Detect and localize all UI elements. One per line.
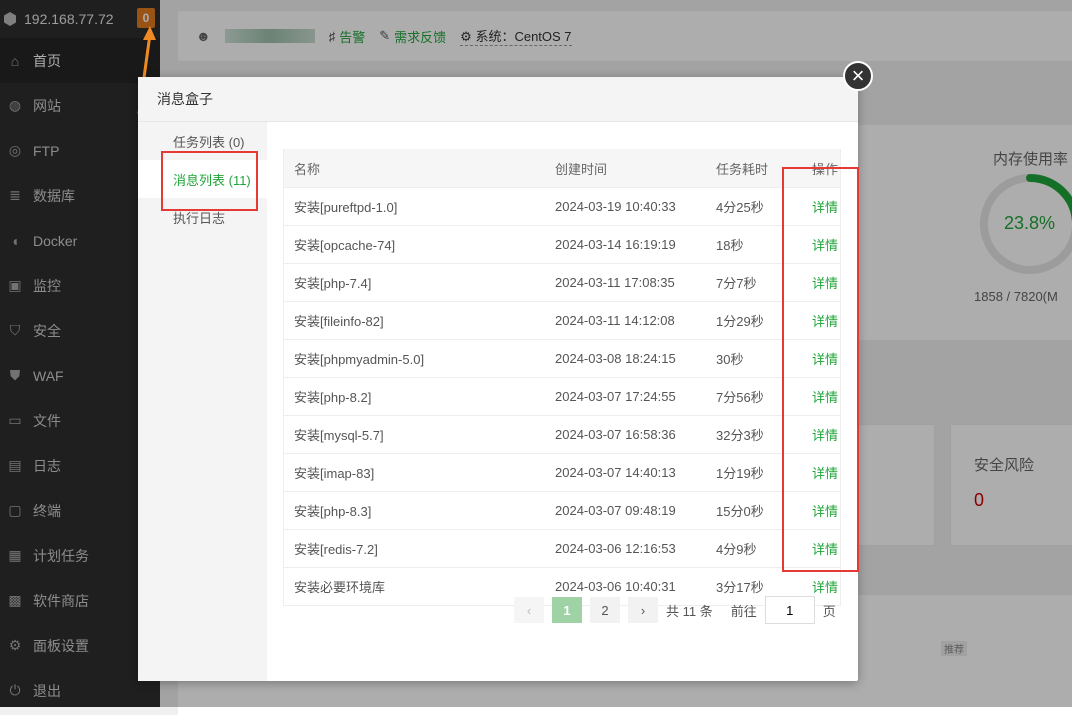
goto-suffix: 页 <box>822 603 836 619</box>
prev-page-button[interactable]: ‹ <box>514 597 544 623</box>
task-name: 安装[php-8.2] <box>283 377 545 416</box>
task-name: 安装必要环境库 <box>283 567 545 606</box>
task-name: 安装[php-7.4] <box>283 263 545 302</box>
next-page-button[interactable]: › <box>628 597 658 623</box>
table-row: 安装[imap-83] 2024-03-07 14:40:13 1分19秒 详情 <box>283 453 841 492</box>
close-modal-button[interactable]: × <box>843 61 873 91</box>
created-time: 2024-03-19 10:40:33 <box>545 187 706 226</box>
task-name: 安装[phpmyadmin-5.0] <box>283 339 545 378</box>
message-table: 名称 创建时间 任务耗时 操作 安装[pureftpd-1.0] 2024-03-… <box>283 149 841 606</box>
created-time: 2024-03-07 09:48:19 <box>545 491 706 530</box>
table-row: 安装[php-8.3] 2024-03-07 09:48:19 15分0秒 详情 <box>283 491 841 530</box>
created-time: 2024-03-08 18:24:15 <box>545 339 706 378</box>
created-time: 2024-03-11 17:08:35 <box>545 263 706 302</box>
table-row: 安装[phpmyadmin-5.0] 2024-03-08 18:24:15 30秒… <box>283 339 841 378</box>
table-body: 安装[pureftpd-1.0] 2024-03-19 10:40:33 4分25秒… <box>283 187 841 606</box>
task-name: 安装[fileinfo-82] <box>283 301 545 340</box>
created-time: 2024-03-07 16:58:36 <box>545 415 706 454</box>
modal-title: 消息盒子 <box>138 77 858 122</box>
created-time: 2024-03-11 14:12:08 <box>545 301 706 340</box>
created-time: 2024-03-07 17:24:55 <box>545 377 706 416</box>
created-time: 2024-03-14 16:19:19 <box>545 225 706 264</box>
goto-page-input[interactable] <box>764 596 815 624</box>
col-time: 创建时间 <box>545 149 706 188</box>
close-icon: × <box>851 63 865 88</box>
page-2-button[interactable]: 2 <box>590 597 620 623</box>
table-header-row: 名称 创建时间 任务耗时 操作 <box>283 149 841 188</box>
task-name: 安装[mysql-5.7] <box>283 415 545 454</box>
highlight-message-tab <box>161 151 258 211</box>
created-time: 2024-03-06 12:16:53 <box>545 529 706 568</box>
created-time: 2024-03-07 14:40:13 <box>545 453 706 492</box>
task-name: 安装[redis-7.2] <box>283 529 545 568</box>
table-row: 安装[mysql-5.7] 2024-03-07 16:58:36 32分3秒 详情 <box>283 415 841 454</box>
total-count: 共 11 条 <box>666 603 713 619</box>
table-row: 安装[opcache-74] 2024-03-14 16:19:19 18秒 详情 <box>283 225 841 264</box>
task-name: 安装[php-8.3] <box>283 491 545 530</box>
table-row: 安装[redis-7.2] 2024-03-06 12:16:53 4分9秒 详情 <box>283 529 841 568</box>
table-row: 安装[php-7.4] 2024-03-11 17:08:35 7分7秒 详情 <box>283 263 841 302</box>
table-row: 安装[fileinfo-82] 2024-03-11 14:12:08 1分29秒详… <box>283 301 841 340</box>
highlight-action-column <box>782 167 859 572</box>
page-1-button[interactable]: 1 <box>552 597 582 623</box>
table-row: 安装[pureftpd-1.0] 2024-03-19 10:40:33 4分25秒… <box>283 187 841 226</box>
task-name: 安装[imap-83] <box>283 453 545 492</box>
task-name: 安装[opcache-74] <box>283 225 545 264</box>
table-row: 安装[php-8.2] 2024-03-07 17:24:55 7分56秒 详情 <box>283 377 841 416</box>
task-name: 安装[pureftpd-1.0] <box>283 187 545 226</box>
pagination: ‹ 1 2 › 共 11 条 前往 页 <box>514 596 836 624</box>
goto-prefix: 前往 <box>730 603 757 619</box>
col-name: 名称 <box>283 149 545 188</box>
